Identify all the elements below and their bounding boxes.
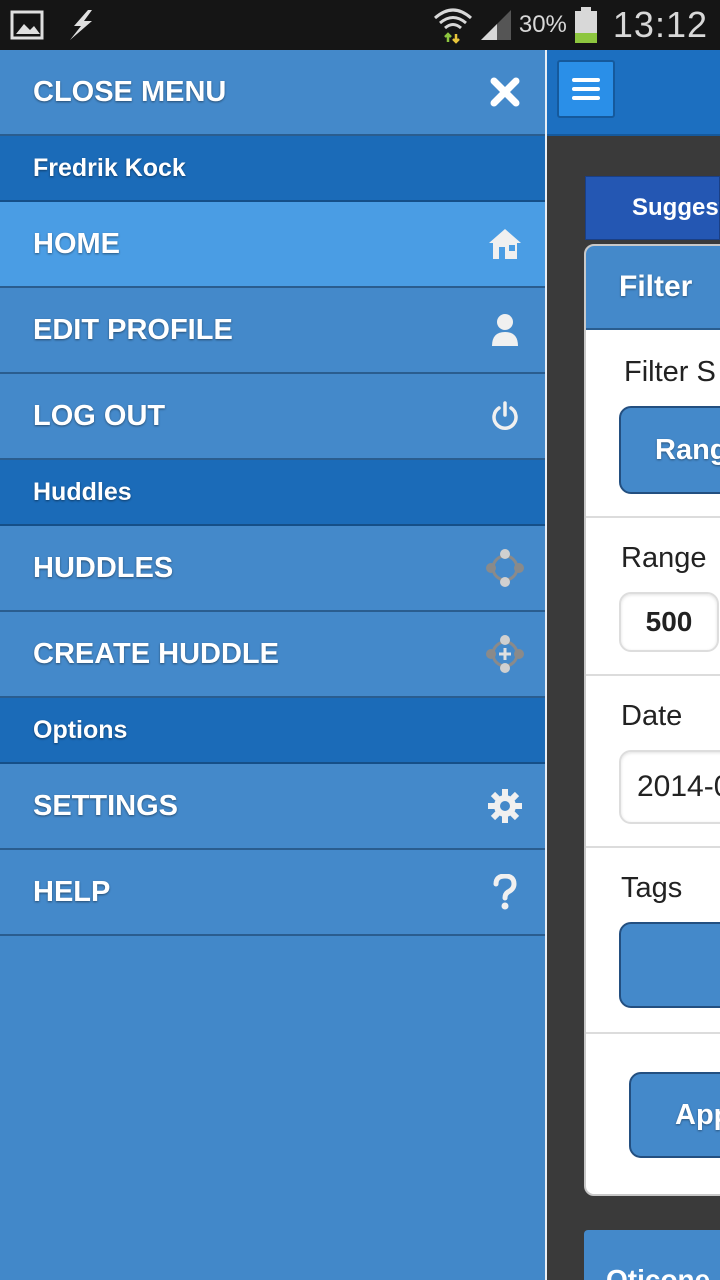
menu-item-label: HOME — [33, 227, 120, 260]
range-button[interactable]: Rang — [619, 406, 720, 494]
user-name-header: Fredrik Kock — [0, 136, 545, 202]
user-icon — [485, 310, 525, 350]
divider — [586, 846, 720, 848]
menu-item-log-out[interactable]: LOG OUT — [0, 374, 545, 460]
home-icon — [485, 224, 525, 264]
menu-toggle-button[interactable] — [557, 60, 615, 118]
huddles-icon — [485, 548, 525, 588]
date-input[interactable]: 2014-0 — [619, 750, 720, 824]
tab-suggest[interactable]: Suggest — [585, 176, 720, 240]
filter-title[interactable]: Filter — [586, 246, 720, 330]
help-icon — [485, 872, 525, 912]
menu-item-label: SETTINGS — [33, 789, 179, 822]
range-input[interactable]: 500 — [619, 592, 719, 652]
create-huddle-icon — [485, 634, 525, 674]
menu-item-label: HUDDLES — [33, 551, 174, 584]
bottom-section-title: Oticone — [584, 1230, 720, 1280]
huddles-section-header: Huddles — [0, 460, 545, 526]
options-section-header: Options — [0, 698, 545, 764]
tags-button[interactable] — [619, 922, 720, 1008]
menu-item-huddles[interactable]: HUDDLES — [0, 526, 545, 612]
menu-item-label: LOG OUT — [33, 399, 166, 432]
gear-icon — [485, 786, 525, 826]
filter-sort-label: Filter S — [624, 356, 716, 388]
side-drawer: CLOSE MENU Fredrik Kock HOME EDIT PROFIL… — [0, 50, 545, 1280]
hamburger-line — [572, 96, 600, 100]
wifi-icon — [433, 8, 472, 44]
date-label: Date — [621, 700, 683, 732]
range-label: Range — [621, 542, 707, 574]
power-icon — [485, 396, 525, 436]
status-bar: 30% 13:12 — [0, 0, 720, 50]
close-menu-button[interactable]: CLOSE MENU — [0, 50, 545, 136]
gallery-notification-icon — [10, 10, 44, 40]
close-menu-label: CLOSE MENU — [33, 75, 227, 108]
battery-icon — [574, 7, 597, 43]
hamburger-line — [572, 87, 600, 91]
divider — [586, 674, 720, 676]
menu-item-label: HELP — [33, 875, 111, 908]
menu-item-home[interactable]: HOME — [0, 202, 545, 288]
tags-label: Tags — [621, 872, 683, 904]
menu-item-label: CREATE HUDDLE — [33, 637, 279, 670]
close-icon — [485, 72, 525, 112]
battery-percent: 30% — [518, 11, 567, 38]
page-header — [547, 50, 720, 136]
divider — [586, 516, 720, 518]
divider — [586, 1032, 720, 1034]
menu-item-help[interactable]: HELP — [0, 850, 545, 936]
signal-icon — [480, 10, 511, 40]
apply-button[interactable]: App — [629, 1072, 720, 1158]
hamburger-line — [572, 78, 600, 82]
menu-item-settings[interactable]: SETTINGS — [0, 764, 545, 850]
status-right: 30% 13:12 — [433, 4, 708, 46]
status-left-icons — [10, 8, 98, 42]
flash-notification-icon — [70, 10, 92, 40]
clock: 13:12 — [612, 4, 708, 45]
filter-panel: Filter Filter S Rang Range 500 Date 2014… — [584, 244, 720, 1196]
menu-item-edit-profile[interactable]: EDIT PROFILE — [0, 288, 545, 374]
menu-item-create-huddle[interactable]: CREATE HUDDLE — [0, 612, 545, 698]
menu-item-label: EDIT PROFILE — [33, 313, 233, 346]
